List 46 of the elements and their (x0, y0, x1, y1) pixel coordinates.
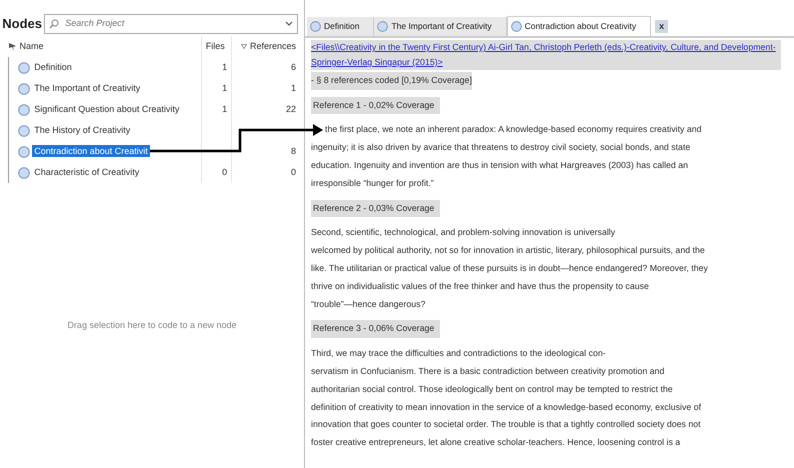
table-cell: 0 (290, 167, 296, 177)
node-icon (18, 104, 30, 116)
pin-icon (8, 42, 17, 52)
node-icon (18, 82, 30, 95)
tab[interactable]: The Important of Creativity (374, 17, 507, 36)
source-link[interactable]: <Files\\Creativity in the Twenty First Century) Ai-Girl Tan, Christoph Perleth (eds.)-Creativity, Culture, and Development-Springer-Verlag Singapur (2015)> (311, 40, 781, 70)
table-cell: 22 (286, 104, 296, 114)
node-icon (18, 62, 30, 74)
paragraph: Third, we may trace the difficulties and contradictions to the ideological con- servatism in Confucianism. There is a basic contradiction between creativity promotion and authoritarian social control. Those ideologically bent on control may be tempted to restrict the definition of creativity to mean innovation in the service of a knowledge-based economy, exclusive of innovation that goes counter to societal order. The trouble is that a tightly controlled society does not foster creative entrepreneurs, let alone creative scholar-teachers. Hence, loosening control is a (311, 347, 702, 450)
close-button[interactable]: x (655, 20, 668, 33)
paragraph: Second, scientific, technological, and problem-solving innovation is universally welcomed by political authority, not so for innovation in artistic, literary, philosophical pursuits, and the like. The utilitarian or practical value of these pursuits is in doubt—hence endangered? Moreover, they thrive on individualistic values of the free thinker and have thus the propensity to cause “trouble”—hence dangerous? (311, 226, 709, 311)
table-cell: 1 (290, 83, 296, 93)
table-cell: 1 (222, 62, 228, 72)
reference-heading: Reference 1 - 0,02% Coverage (311, 96, 440, 114)
node-name[interactable]: The History of Creativity (32, 124, 132, 136)
panel-title: Nodes (2, 15, 42, 34)
node-icon (18, 146, 30, 158)
table-cell: 8 (290, 146, 296, 156)
paragraph: the first place, we note an inherent paradox: A knowledge-based economy requires creativity and ingenuity; it is also driven by avarice that threatens to destroy civil society, social bonds, and state education. Ingenuity and invention are thus in tension with what Hargreaves (2003) has called an irresponsible “hunger for profit.” (311, 123, 703, 190)
tab[interactable]: Contradiction about Creativity (506, 16, 652, 36)
node-icon (18, 124, 30, 137)
tab[interactable]: Definition (307, 17, 374, 36)
node-name[interactable]: Significant Question about Creativity (32, 103, 182, 116)
drop-hint: Drag selection here to code to a new node (67, 318, 237, 332)
dropdown-caret-icon (285, 21, 293, 27)
node-name[interactable]: Characteristic of Creativity (32, 166, 142, 178)
node-name[interactable]: Definition (32, 61, 74, 74)
node-icon (310, 21, 321, 32)
node-name[interactable]: Contradiction about Creativit (32, 145, 150, 158)
column-header[interactable]: Name (20, 41, 44, 51)
node-icon (18, 166, 30, 179)
reference-heading: Reference 2 - 0,03% Coverage (311, 200, 440, 218)
node-name[interactable]: The Important of Creativity (32, 82, 142, 94)
table-cell: 1 (222, 83, 228, 93)
table-cell: 1 (222, 104, 228, 114)
coverage-summary: - § 8 references coded [0,19% Coverage] (311, 72, 472, 90)
reference-heading: Reference 3 - 0,06% Coverage (311, 320, 440, 338)
search-field[interactable]: Search Project (44, 14, 298, 34)
sort-icon (241, 44, 248, 50)
column-header[interactable]: Files (206, 41, 225, 51)
column-header[interactable]: References (250, 41, 296, 51)
node-icon (510, 21, 522, 32)
search-icon (49, 19, 60, 29)
table-cell: 6 (290, 62, 296, 72)
node-icon (377, 21, 388, 32)
table-cell: 0 (222, 167, 228, 177)
